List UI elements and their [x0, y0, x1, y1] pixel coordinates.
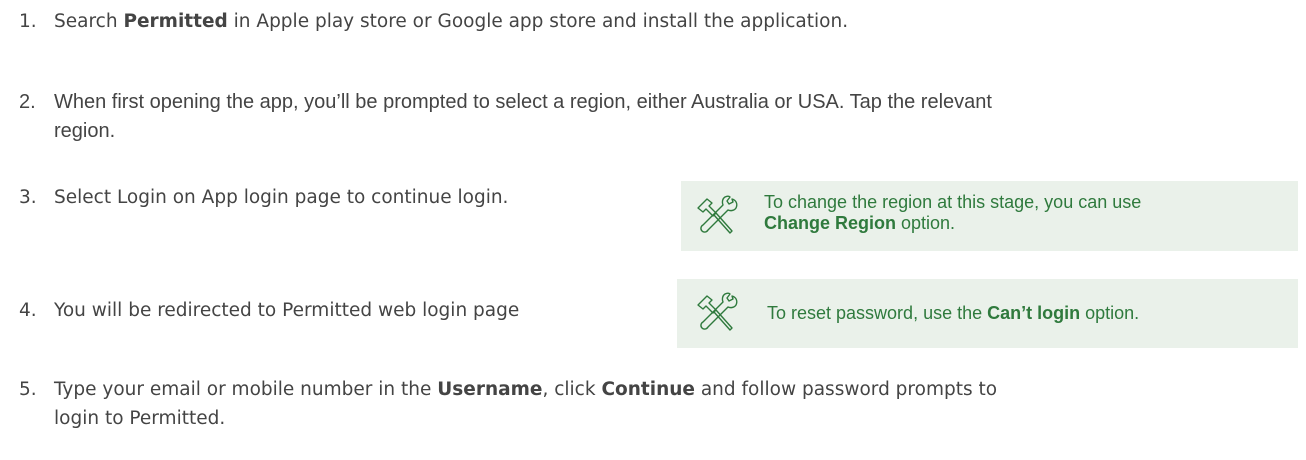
step-text: You will be redirected to Permitted web …	[54, 300, 520, 321]
tip-text: To change the region at this stage, you …	[764, 192, 1141, 234]
tools-icon	[697, 292, 738, 331]
step-number: 3.	[19, 187, 37, 208]
step-number: 1.	[19, 11, 37, 32]
step-text-line-2: login to Permitted.	[54, 408, 226, 429]
step-text-line-1: When first opening the app, you’ll be pr…	[54, 91, 992, 113]
continue-button-name: Continue	[601, 379, 695, 400]
step-text: Search Permitted in Apple play store or …	[54, 11, 849, 32]
tip-line-2: Change Region option.	[764, 213, 956, 233]
step-text: Select Login on App login page to contin…	[54, 187, 509, 208]
step-text-line-1: Type your email or mobile number in the …	[54, 379, 998, 400]
app-name: Permitted	[123, 11, 228, 32]
change-region-option: Change Region	[764, 213, 897, 233]
step-number: 2.	[19, 91, 36, 113]
username-field-name: Username	[437, 379, 543, 400]
tip-text: To reset password, use the Can’t login o…	[767, 303, 1140, 323]
step-number: 4.	[19, 300, 37, 321]
tools-icon	[697, 195, 738, 234]
tip-line-1: To change the region at this stage, you …	[764, 192, 1142, 212]
instructions-page: 1. Search Permitted in Apple play store …	[0, 0, 1306, 460]
tip-reset-password: To reset password, use the Can’t login o…	[677, 279, 1298, 348]
tip-change-region: To change the region at this stage, you …	[681, 181, 1298, 251]
step-text-line-2: region.	[54, 120, 116, 142]
cant-login-option: Can’t login	[987, 303, 1081, 323]
step-number: 5.	[19, 379, 37, 400]
